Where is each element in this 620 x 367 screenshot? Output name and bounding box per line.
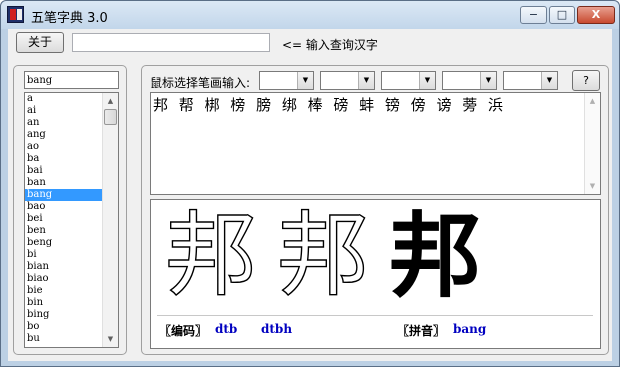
- pinyin-list-item[interactable]: bie: [25, 285, 102, 297]
- stroke-select-4[interactable]: ▼: [442, 71, 497, 90]
- close-button[interactable]: X: [577, 6, 615, 24]
- chevron-down-icon: ▼: [419, 72, 435, 89]
- chevron-down-icon: ▼: [541, 72, 557, 89]
- pinyin-list-item[interactable]: bei: [25, 213, 102, 225]
- app-icon-white-part: [17, 9, 22, 20]
- scroll-down-icon[interactable]: ▼: [103, 331, 118, 347]
- pinyin-list[interactable]: a ai an ang ao ba bai ban bang bao bei ben beng bi bia…: [24, 92, 119, 348]
- stroke-select-3[interactable]: ▼: [381, 71, 436, 90]
- glyph-filled: 邦: [388, 202, 481, 310]
- glyph-divider: [157, 315, 593, 316]
- pinyin-list-item[interactable]: ba: [25, 153, 102, 165]
- pinyin-list-item[interactable]: a: [25, 93, 102, 105]
- hanzi-query-input[interactable]: [72, 33, 270, 52]
- pinyin-list-item[interactable]: bi: [25, 249, 102, 261]
- scroll-down-icon: ▼: [589, 182, 596, 190]
- pinyin-value: bang: [453, 322, 487, 336]
- pinyin-panel: aaianangaobabaibanbangbaobeibenbengbibia…: [13, 65, 127, 355]
- pinyin-search-input[interactable]: [24, 71, 119, 89]
- pinyin-list-item[interactable]: ban: [25, 177, 102, 189]
- app-window: 五笔字典 3.0 − □ X 关于 <= 输入查询汉字 aaianangaoba…: [0, 0, 620, 367]
- pinyin-list-item[interactable]: an: [25, 117, 102, 129]
- app-icon: [7, 6, 24, 23]
- glyph-stroke-order: 邦: [276, 202, 369, 309]
- pinyin-list-item[interactable]: beng: [25, 237, 102, 249]
- pinyin-list-item[interactable]: bing: [25, 309, 102, 321]
- stroke-input-label: 鼠标选择笔画输入:: [150, 76, 251, 90]
- chevron-down-icon: ▼: [480, 72, 496, 89]
- help-button[interactable]: ?: [572, 70, 600, 91]
- result-characters[interactable]: 邦 帮 梆 榜 膀 绑 棒 磅 蚌 镑 傍 谤 蒡 浜: [153, 94, 506, 115]
- pinyin-list-item[interactable]: bai: [25, 165, 102, 177]
- query-hint-label: <= 输入查询汉字: [282, 38, 378, 52]
- stroke-select-1[interactable]: ▼: [259, 71, 314, 90]
- stroke-select-2[interactable]: ▼: [320, 71, 375, 90]
- pinyin-list-item[interactable]: bin: [25, 297, 102, 309]
- pinyin-list-item[interactable]: bang: [25, 189, 102, 201]
- scroll-up-icon[interactable]: ▲: [103, 93, 118, 109]
- pinyin-list-item[interactable]: ang: [25, 129, 102, 141]
- pinyin-list-scrollbar[interactable]: ▲ ▼: [102, 93, 118, 347]
- window-title: 五笔字典 3.0: [31, 11, 108, 26]
- pinyin-list-item[interactable]: bo: [25, 321, 102, 333]
- pinyin-list-item[interactable]: bian: [25, 261, 102, 273]
- character-results[interactable]: 邦 帮 梆 榜 膀 绑 棒 磅 蚌 镑 傍 谤 蒡 浜 ▲ ▼: [150, 92, 601, 195]
- stroke-panel: 鼠标选择笔画输入: ▼ ▼ ▼ ▼ ▼ ? 邦 帮 梆 榜 膀 绑 棒 磅 蚌 …: [141, 65, 609, 355]
- results-scrollbar: ▲ ▼: [584, 93, 600, 194]
- minimize-button[interactable]: −: [520, 6, 547, 24]
- pinyin-list-item[interactable]: ben: [25, 225, 102, 237]
- scroll-up-icon: ▲: [589, 97, 596, 105]
- title-bar[interactable]: 五笔字典 3.0 − □ X: [1, 1, 619, 29]
- about-button[interactable]: 关于: [16, 32, 64, 53]
- pinyin-list-item[interactable]: ao: [25, 141, 102, 153]
- glyph-outline: 邦: [164, 202, 257, 309]
- pinyin-label: 〖拼音〗: [397, 324, 446, 338]
- stroke-select-5[interactable]: ▼: [503, 71, 558, 90]
- code-value-2: dtbh: [261, 322, 293, 336]
- code-label: 〖编码〗: [159, 324, 208, 338]
- pinyin-list-item[interactable]: ai: [25, 105, 102, 117]
- chevron-down-icon: ▼: [297, 72, 313, 89]
- code-value-1: dtb: [215, 322, 238, 336]
- pinyin-list-item[interactable]: biao: [25, 273, 102, 285]
- pinyin-list-item[interactable]: bao: [25, 201, 102, 213]
- app-icon-red-part: [10, 9, 16, 20]
- scroll-thumb[interactable]: [104, 109, 117, 125]
- client-area: 关于 <= 输入查询汉字 aaianangaobabaibanbangbaobe…: [8, 29, 612, 361]
- pinyin-list-item[interactable]: bu: [25, 333, 102, 345]
- glyph-display: 邦 邦 邦 〖编码〗 dtb dtbh 〖拼音〗 bang: [150, 199, 601, 349]
- chevron-down-icon: ▼: [358, 72, 374, 89]
- maximize-button[interactable]: □: [549, 6, 575, 24]
